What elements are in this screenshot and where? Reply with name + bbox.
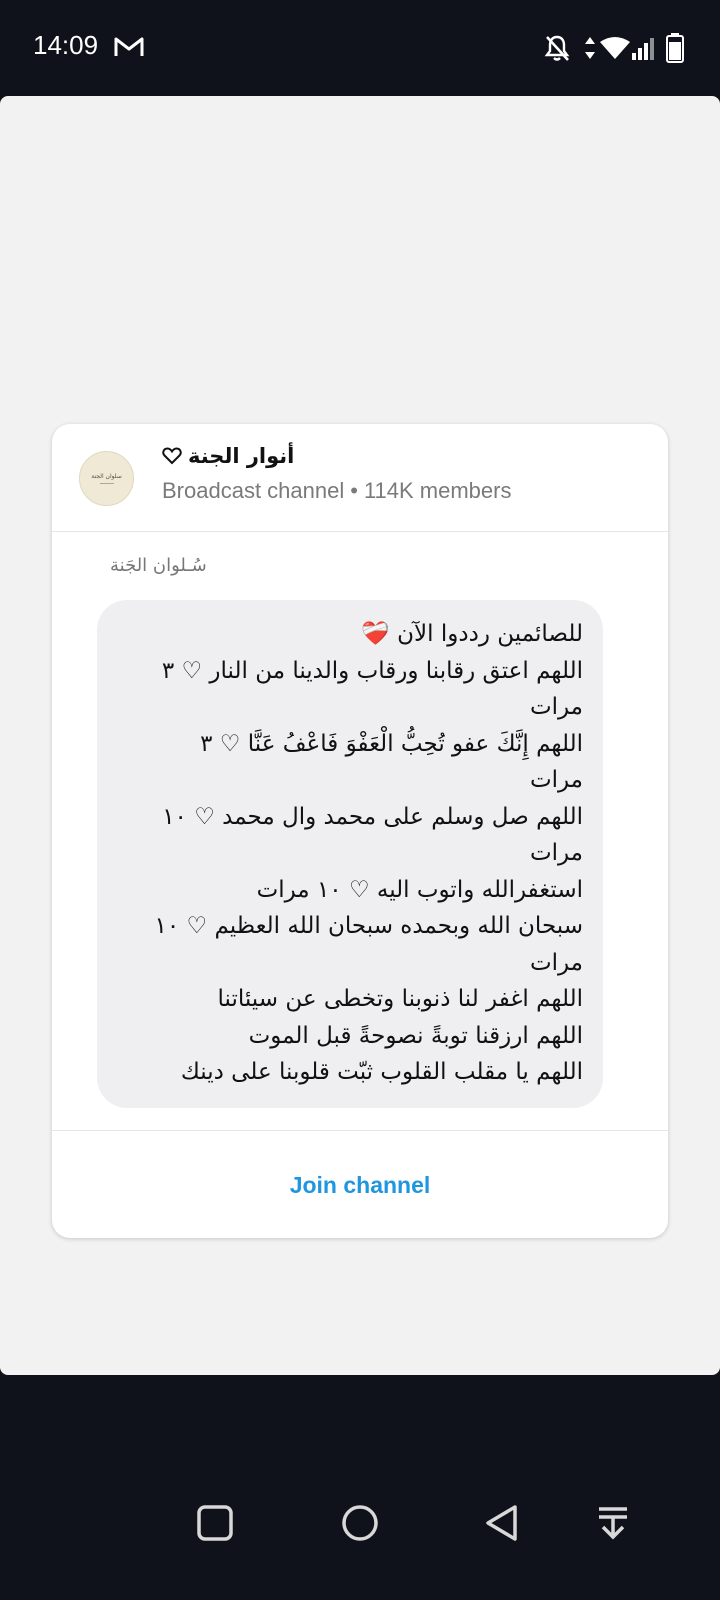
channel-name-text: أنوار الجنة: [188, 444, 295, 468]
message-line: اللهم ارزقنا توبةً نصوحةً قبل الموت: [248, 1022, 583, 1049]
message-sender: سُـلوان الجَنة: [110, 555, 207, 576]
channel-header: سلوان الجنة أنوار الجنة Broadcast channe…: [52, 424, 668, 532]
bell-off-icon: [544, 35, 570, 61]
meta-separator: •: [350, 478, 358, 503]
message-line: اللهم إِنَّكَ عفو تُحِبُّ الْعَفْوَ فَاع…: [200, 730, 583, 757]
card-footer: Join channel: [52, 1130, 668, 1238]
system-nav-bar: [0, 1375, 720, 1600]
status-bar: 14:09: [0, 0, 720, 96]
message-line: اللهم يا مقلب القلوب ثبّت قلوبنا على دين…: [180, 1059, 583, 1085]
gmail-icon: [114, 37, 144, 56]
join-channel-button[interactable]: Join channel: [52, 1131, 668, 1238]
channel-title: أنوار الجنة: [162, 444, 294, 468]
data-arrows-icon: [585, 37, 595, 59]
channel-preview-card: سلوان الجنة أنوار الجنة Broadcast channe…: [52, 424, 668, 1238]
heart-outline-icon: [162, 447, 182, 465]
message-line: للصائمين رددوا الآن ❤️‍🩹: [361, 621, 583, 647]
avatar-logo-text: سلوان الجنة: [91, 473, 122, 480]
bottom-sheet: سلوان الجنة أنوار الجنة Broadcast channe…: [0, 96, 720, 1375]
signal-icon: [632, 38, 654, 60]
message-line: سبحان الله وبحمده سبحان الله العظيم ♡ ١٠: [154, 913, 584, 939]
channel-members: 114K members: [363, 478, 512, 503]
avatar-logo-line: [99, 483, 114, 484]
battery-icon: [666, 33, 684, 63]
message-line: اللهم صل وسلم على محمد وال محمد ♡ ١٠: [162, 803, 583, 830]
message-line: مرات: [529, 840, 583, 866]
status-time: 14:09: [33, 30, 99, 60]
message-line: مرات: [529, 694, 583, 720]
message-text: للصائمين رددوا الآن ❤️‍🩹 اللهم اعتق رقاب…: [115, 616, 584, 1091]
wifi-icon: [600, 37, 630, 59]
message-line: اللهم اعتق رقابنا ورقاب والدينا من النار…: [161, 657, 583, 684]
recents-square-icon[interactable]: [195, 1503, 235, 1543]
channel-meta: Broadcast channel • 114K members: [162, 478, 511, 504]
message-bubble: للصائمين رددوا الآن ❤️‍🩹 اللهم اعتق رقاب…: [97, 600, 603, 1108]
channel-type: Broadcast channel: [162, 478, 345, 503]
back-triangle-icon[interactable]: [482, 1503, 522, 1543]
notification-pull-icon[interactable]: [593, 1503, 633, 1543]
message-line: مرات: [529, 767, 583, 793]
channel-avatar: سلوان الجنة: [79, 451, 134, 506]
home-circle-icon[interactable]: [340, 1503, 380, 1543]
message-line: مرات: [529, 949, 583, 976]
message-line: استغفرالله واتوب اليه ♡ ١٠ مرات: [256, 876, 583, 903]
message-line: اللهم اغفر لنا ذنوبنا وتخطى عن سيئاتنا: [217, 986, 584, 1012]
